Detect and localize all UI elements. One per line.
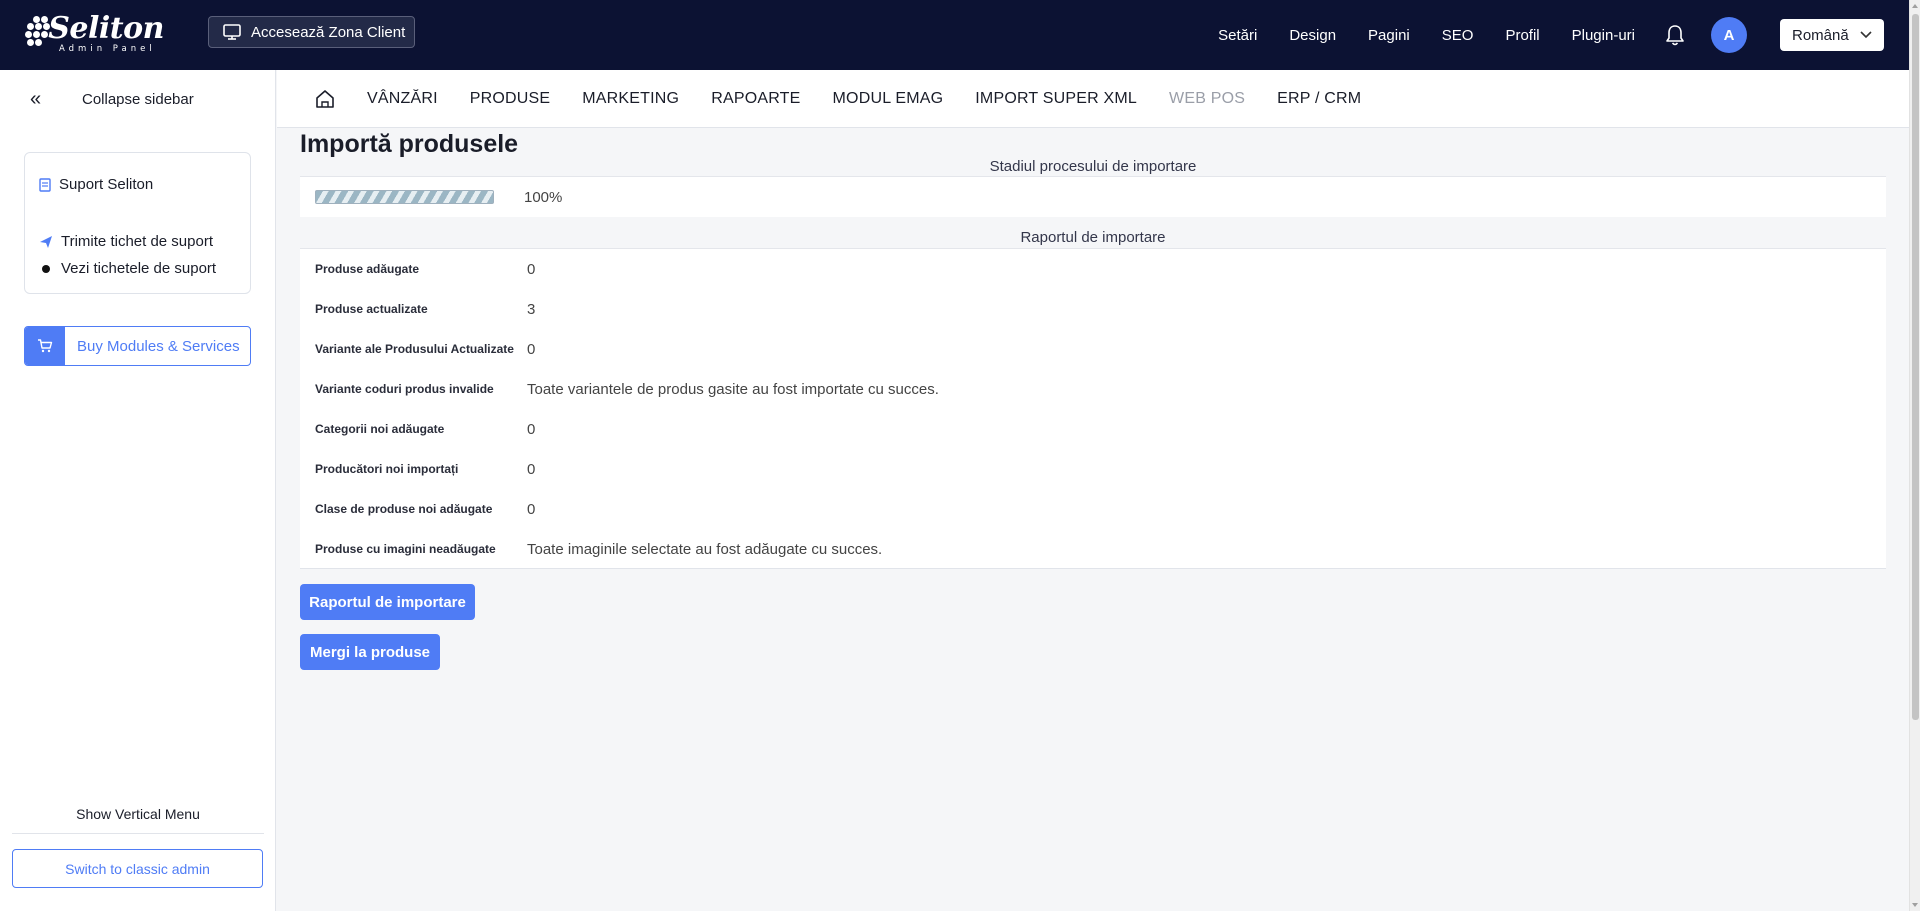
client-zone-button[interactable]: Accesează Zona Client (208, 16, 415, 48)
report-row-label: Producători noi importați (315, 462, 459, 476)
progress-heading: Stadiul procesului de importare (300, 158, 1886, 177)
view-tickets-link[interactable]: Vezi tichetele de suport (39, 260, 216, 277)
collapse-sidebar-label: Collapse sidebar (82, 91, 194, 108)
import-report-table: Produse adăugate 0 Produse actualizate 3 Var… (300, 249, 1886, 569)
nav-pages[interactable]: Pagini (1368, 27, 1410, 44)
send-ticket-link[interactable]: Trimite tichet de suport (39, 233, 213, 250)
document-icon (39, 177, 51, 192)
report-row: Variante ale Produsului Actualizate 0 (300, 329, 1886, 369)
nav-seo[interactable]: SEO (1442, 27, 1474, 44)
paper-plane-icon (40, 235, 52, 248)
switch-classic-admin-button[interactable]: Switch to classic admin (12, 849, 263, 888)
report-row: Categorii noi adăugate 0 (300, 409, 1886, 449)
notifications-bell-icon[interactable] (1663, 23, 1687, 47)
report-row-value: Toate imaginile selectate au fost adăuga… (527, 540, 883, 558)
page-scrollbar[interactable] (1909, 0, 1920, 911)
report-row-value: 3 (527, 300, 536, 318)
report-row-label: Produse adăugate (315, 262, 420, 276)
nav-plugins[interactable]: Plugin-uri (1572, 27, 1635, 44)
cart-icon (25, 327, 65, 365)
report-row-label: Variante coduri produs invalide (315, 382, 494, 396)
tab-reports[interactable]: RAPOARTE (711, 90, 800, 108)
sidebar: « Collapse sidebar Suport Seliton Trimit… (0, 70, 276, 911)
tab-sales[interactable]: VÂNZĂRI (367, 90, 438, 108)
view-tickets-label: Vezi tichetele de suport (61, 260, 217, 277)
language-select[interactable]: Română (1780, 19, 1884, 51)
brand-subtitle: Admin Panel (59, 44, 156, 54)
scroll-thumb[interactable] (1912, 14, 1919, 720)
top-header: Seliton Admin Panel Accesează Zona Clien… (0, 0, 1909, 70)
report-row-label: Variante ale Produsului Actualizate (315, 342, 514, 356)
seliton-logo[interactable]: Seliton Admin Panel (24, 14, 164, 54)
scroll-up-arrow-icon[interactable] (1912, 4, 1918, 8)
report-row-value: 0 (527, 260, 536, 278)
double-chevron-left-icon: « (30, 88, 42, 110)
buy-modules-label: Buy Modules & Services (77, 337, 240, 355)
nav-design[interactable]: Design (1289, 27, 1336, 44)
top-nav: Setări Design Pagini SEO Profil Plugin-u… (1186, 0, 1909, 70)
brand-name: Seliton (48, 11, 164, 46)
report-row: Producători noi importați 0 (300, 449, 1886, 489)
user-avatar[interactable]: A (1711, 17, 1747, 53)
progress-panel: 100% (300, 177, 1886, 217)
tab-emag[interactable]: MODUL EMAG (833, 90, 944, 108)
report-row-label: Clase de produse noi adăugate (315, 502, 493, 516)
report-row: Produse cu imagini neadăugate Toate imagi… (300, 529, 1886, 569)
progress-percent: 100% (524, 188, 563, 206)
monitor-icon (223, 24, 241, 40)
import-report-button[interactable]: Raportul de importare (300, 584, 475, 620)
tab-marketing[interactable]: MARKETING (582, 90, 679, 108)
chevron-down-icon (1860, 31, 1872, 39)
nav-profile[interactable]: Profil (1505, 27, 1539, 44)
tab-import-super-xml[interactable]: IMPORT SUPER XML (975, 90, 1137, 108)
tab-products[interactable]: PRODUSE (470, 90, 551, 108)
report-row-label: Produse actualizate (315, 302, 428, 316)
report-row: Variante coduri produs invalide Toate var… (300, 369, 1886, 409)
report-row: Produse adăugate 0 (300, 249, 1886, 289)
show-vertical-menu-link[interactable]: Show Vertical Menu (0, 806, 276, 822)
go-to-products-button[interactable]: Mergi la produse (300, 634, 440, 670)
report-row-label: Produse cu imagini neadăugate (315, 542, 496, 556)
client-zone-label: Accesează Zona Client (251, 23, 406, 41)
report-heading: Raportul de importare (300, 229, 1886, 249)
page-title: Importă produsele (300, 130, 519, 158)
import-progress-bar (315, 190, 494, 204)
scroll-down-arrow-icon[interactable] (1912, 903, 1918, 907)
report-row-label: Categorii noi adăugate (315, 422, 445, 436)
module-nav: VÂNZĂRI PRODUSE MARKETING RAPOARTE MODUL… (277, 70, 1909, 128)
report-row-value: 0 (527, 340, 536, 358)
report-row: Produse actualizate 3 (300, 289, 1886, 329)
support-title-label: Suport Seliton (59, 176, 154, 193)
language-value: Română (1792, 26, 1849, 44)
report-row-value: 0 (527, 500, 536, 518)
logo-dots-icon (24, 14, 50, 50)
report-row-value: Toate variantele de produs gasite au fos… (527, 380, 939, 398)
collapse-sidebar-button[interactable]: « Collapse sidebar (30, 88, 194, 111)
bullet-icon (42, 264, 50, 273)
buy-modules-button[interactable]: Buy Modules & Services (24, 326, 251, 366)
report-row: Clase de produse noi adăugate 0 (300, 489, 1886, 529)
sidebar-divider (12, 833, 264, 834)
send-ticket-label: Trimite tichet de suport (61, 233, 213, 250)
report-row-value: 0 (527, 460, 536, 478)
home-icon[interactable] (315, 89, 335, 109)
report-row-value: 0 (527, 420, 536, 438)
tab-erp-crm[interactable]: ERP / CRM (1277, 90, 1361, 108)
tab-web-pos[interactable]: WEB POS (1169, 90, 1245, 108)
support-title: Suport Seliton (39, 176, 153, 193)
support-box: Suport Seliton Trimite tichet de suport … (24, 152, 251, 294)
nav-settings[interactable]: Setări (1218, 27, 1257, 44)
